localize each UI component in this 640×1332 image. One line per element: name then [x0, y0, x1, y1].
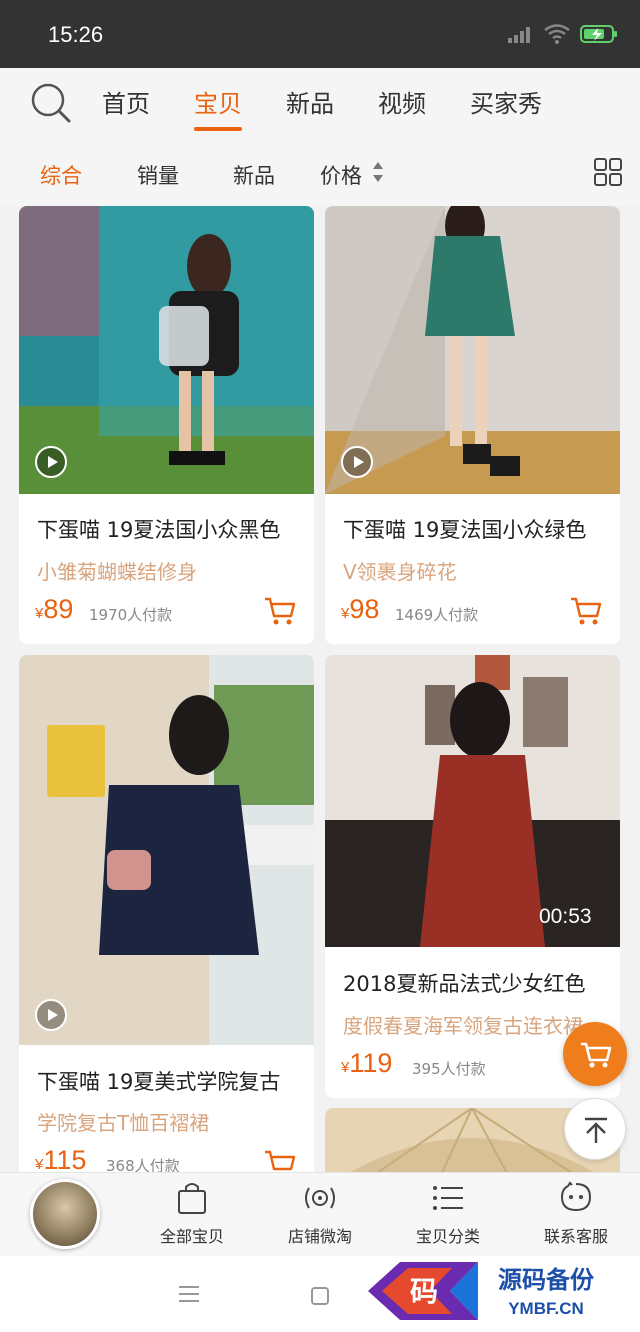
product-card[interactable]: 下蛋喵 19夏法国小众绿色 V领裹身碎花 ¥98 1469人付款: [325, 206, 620, 644]
price-value: 89: [43, 594, 74, 624]
customer-service-button[interactable]: 联系客服: [521, 1181, 631, 1247]
arrow-up-icon: [585, 1117, 607, 1143]
product-subtitle: 小雏菊蝴蝶结修身: [37, 560, 197, 584]
watermark-domain: YMBF.CN: [508, 1299, 584, 1318]
product-title: 下蛋喵 19夏法国小众黑色: [37, 518, 281, 542]
product-title: 下蛋喵 19夏美式学院复古: [37, 1070, 281, 1094]
search-icon[interactable]: [30, 82, 72, 124]
back-to-top-button[interactable]: [564, 1098, 626, 1160]
sort-bar: 综合 销量 新品 价格: [0, 140, 640, 206]
add-to-cart-icon[interactable]: [570, 596, 602, 626]
sort-price[interactable]: 价格: [320, 160, 362, 190]
product-image[interactable]: [19, 655, 314, 1045]
price-value: 115: [43, 1145, 87, 1175]
shop-bottom-bar: 全部宝贝 店铺微淘 宝贝分类 联系客服: [0, 1172, 640, 1256]
list-icon: [433, 1186, 463, 1210]
broadcast-icon: [305, 1187, 335, 1209]
video-play-icon[interactable]: [35, 446, 67, 478]
product-image[interactable]: [325, 655, 620, 947]
customer-service-label: 联系客服: [543, 1227, 608, 1246]
menu-icon[interactable]: [178, 1284, 200, 1304]
tab-buyer-show[interactable]: 买家秀: [470, 84, 542, 119]
grid-view-icon[interactable]: [594, 158, 622, 186]
price-value: 119: [349, 1048, 393, 1078]
floating-cart-button[interactable]: [563, 1022, 627, 1086]
watermark-mark: 码: [410, 1275, 438, 1308]
watermark-text: 源码备份: [498, 1266, 595, 1294]
battery-charging-icon: [580, 25, 617, 43]
video-play-icon[interactable]: [35, 999, 67, 1031]
cart-icon: [581, 1042, 612, 1068]
product-card[interactable]: 下蛋喵 19夏法国小众黑色 小雏菊蝴蝶结修身 ¥89 1970人付款: [19, 206, 314, 644]
tab-products[interactable]: 宝贝: [194, 84, 242, 131]
paid-count: 1970人付款: [89, 606, 173, 624]
product-title: 下蛋喵 19夏法国小众绿色: [343, 518, 587, 542]
sort-sales[interactable]: 销量: [137, 160, 179, 190]
status-icons: [508, 24, 618, 44]
paid-count: 395人付款: [412, 1060, 486, 1078]
product-title: 2018夏新品法式少女红色: [343, 972, 586, 996]
categories-label: 宝贝分类: [415, 1227, 480, 1246]
product-subtitle: 学院复古T恤百褶裙: [37, 1111, 210, 1135]
home-icon[interactable]: [310, 1286, 330, 1306]
sort-new[interactable]: 新品: [233, 160, 275, 190]
watermark-logo: 码 源码备份 YMBF.CN: [360, 1258, 640, 1324]
product-price: ¥119: [341, 1048, 392, 1079]
shop-feed-button[interactable]: 店铺微淘: [265, 1181, 375, 1247]
video-play-icon[interactable]: [341, 446, 373, 478]
product-price: ¥98: [341, 594, 379, 625]
tab-new[interactable]: 新品: [286, 84, 334, 119]
sort-updown-icon[interactable]: [372, 160, 384, 184]
shop-tabs: 首页 宝贝 新品 视频 买家秀: [102, 84, 586, 131]
product-card[interactable]: 下蛋喵 19夏美式学院复古 学院复古T恤百褶裙 ¥115 368人付款: [19, 655, 314, 1185]
product-price: ¥89: [35, 594, 73, 625]
video-duration: 00:53: [539, 905, 592, 928]
shop-feed-label: 店铺微淘: [287, 1227, 352, 1246]
shop-avatar[interactable]: [30, 1179, 100, 1249]
all-products-label: 全部宝贝: [159, 1227, 224, 1246]
tab-home[interactable]: 首页: [102, 84, 150, 119]
add-to-cart-icon[interactable]: [264, 596, 296, 626]
top-nav: 首页 宝贝 新品 视频 买家秀: [0, 68, 640, 140]
price-value: 98: [349, 594, 380, 624]
categories-button[interactable]: 宝贝分类: [393, 1181, 503, 1247]
chat-bubble-icon: [560, 1181, 592, 1212]
tab-video[interactable]: 视频: [378, 84, 426, 119]
product-subtitle: V领裹身碎花: [343, 560, 457, 584]
wifi-icon: [544, 24, 570, 44]
status-time: 15:26: [48, 22, 104, 47]
signal-icon: [508, 27, 530, 43]
sort-overall[interactable]: 综合: [40, 160, 82, 190]
shopping-bag-icon: [178, 1183, 206, 1214]
status-bar: 15:26: [0, 0, 640, 68]
all-products-button[interactable]: 全部宝贝: [137, 1181, 247, 1247]
paid-count: 1469人付款: [395, 606, 479, 624]
